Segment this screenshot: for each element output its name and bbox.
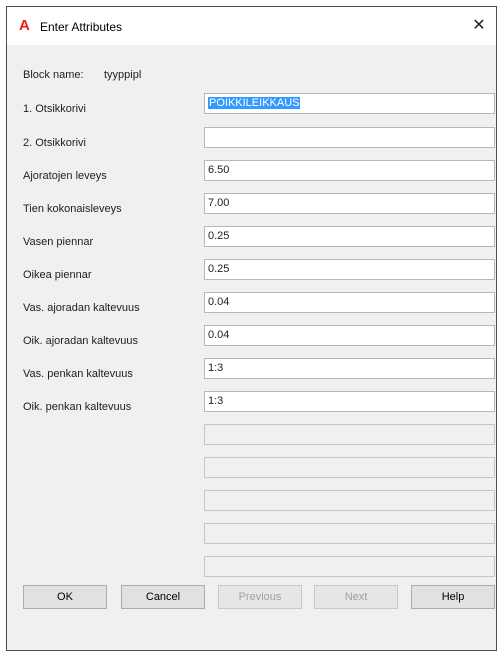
attribute-field-vas-ajoradan-kaltevuus[interactable]: 0.04 [204,292,495,313]
help-button[interactable]: Help [411,585,495,609]
close-icon[interactable]: ✕ [468,15,490,37]
title-bar: A Enter Attributes ✕ [7,7,496,45]
enter-attributes-dialog: A Enter Attributes ✕ Block name: tyyppip… [6,6,497,651]
block-name-value: tyyppipl [104,69,142,81]
attribute-field-otsikkorivi-2[interactable] [204,127,495,148]
attribute-field-ajoratojen-leveys[interactable]: 6.50 [204,160,495,181]
attribute-field-vasen-piennar[interactable]: 0.25 [204,226,495,247]
attribute-label-tien-kokonaisleveys: Tien kokonaisleveys [23,203,122,215]
selected-text: POIKKILEIKKAUS [208,97,301,109]
attribute-label-vas-ajoradan-kaltevuus: Vas. ajoradan kaltevuus [23,302,140,314]
block-name-label: Block name: [23,69,84,81]
empty-attribute-field [204,490,495,511]
empty-attribute-field [204,556,495,577]
attribute-field-vas-penkan-kaltevuus[interactable]: 1:3 [204,358,495,379]
attribute-field-oik-ajoradan-kaltevuus[interactable]: 0.04 [204,325,495,346]
empty-attribute-field [204,457,495,478]
empty-attribute-field [204,523,495,544]
attribute-label-oik-ajoradan-kaltevuus: Oik. ajoradan kaltevuus [23,335,138,347]
attribute-label-ajoratojen-leveys: Ajoratojen leveys [23,170,107,182]
window-title: Enter Attributes [40,20,123,34]
attribute-field-tien-kokonaisleveys[interactable]: 7.00 [204,193,495,214]
attribute-field-oikea-piennar[interactable]: 0.25 [204,259,495,280]
next-button: Next [314,585,398,609]
previous-button: Previous [218,585,302,609]
attribute-field-oik-penkan-kaltevuus[interactable]: 1:3 [204,391,495,412]
cancel-button[interactable]: Cancel [121,585,205,609]
ok-button[interactable]: OK [23,585,107,609]
attribute-field-otsikkorivi-1[interactable]: POIKKILEIKKAUS [204,93,495,114]
attribute-label-oikea-piennar: Oikea piennar [23,269,92,281]
empty-attribute-field [204,424,495,445]
attribute-label-otsikkorivi-2: 2. Otsikkorivi [23,137,86,149]
autocad-app-icon: A [19,17,30,34]
attribute-label-oik-penkan-kaltevuus: Oik. penkan kaltevuus [23,401,132,413]
attribute-label-otsikkorivi-1: 1. Otsikkorivi [23,103,86,115]
attribute-label-vasen-piennar: Vasen piennar [23,236,94,248]
attribute-label-vas-penkan-kaltevuus: Vas. penkan kaltevuus [23,368,133,380]
